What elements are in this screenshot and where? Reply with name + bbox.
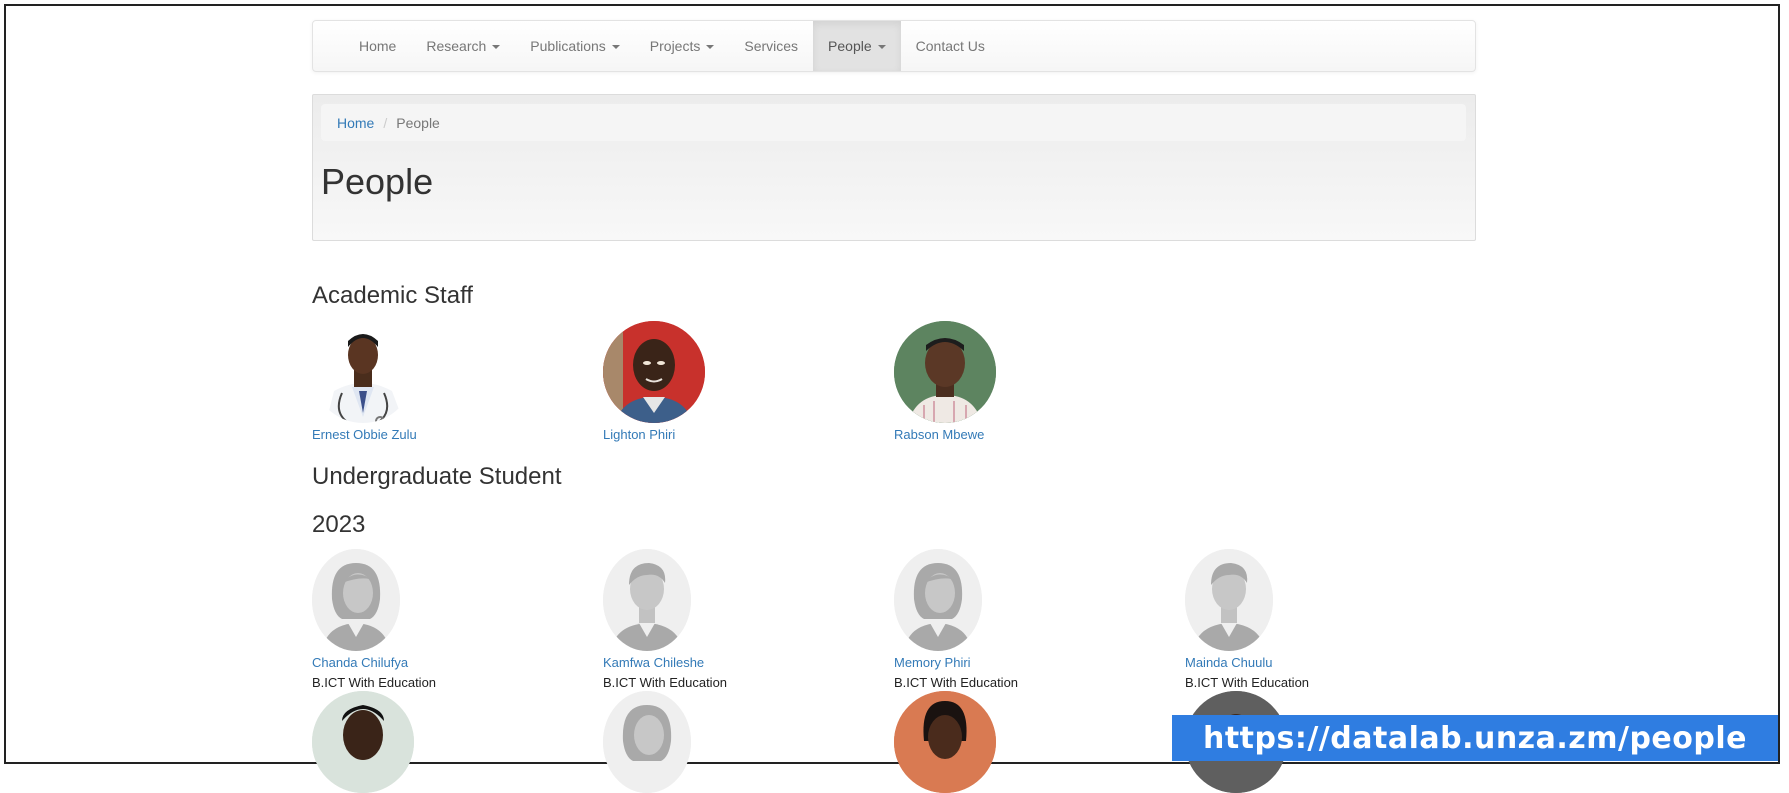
nav-research-label: Research (426, 38, 487, 54)
staff-card: Rabson Mbewe (894, 321, 1154, 442)
staff-name-link[interactable]: Lighton Phiri (603, 427, 863, 442)
student-name-link[interactable]: Mainda Chuulu (1185, 655, 1445, 670)
student-photo[interactable] (603, 691, 691, 793)
nav-contact-label: Contact Us (915, 38, 985, 54)
nav-people-label: People (828, 38, 872, 54)
student-photo[interactable] (894, 691, 996, 793)
nav-projects-label: Projects (649, 38, 701, 54)
staff-card: Lighton Phiri (603, 321, 863, 442)
page-title: People (321, 161, 434, 202)
caret-down-icon (877, 45, 886, 49)
nav-contact-us[interactable]: Contact Us (901, 21, 1000, 71)
default-female-avatar-icon (894, 549, 982, 651)
student-photo[interactable] (312, 549, 400, 651)
nav-people[interactable]: People (813, 21, 901, 71)
breadcrumb-separator: / (383, 114, 388, 131)
staff-photo[interactable] (894, 321, 996, 423)
url-overlay-banner: https://datalab.unza.zm/people (1172, 715, 1778, 761)
student-photo[interactable] (312, 691, 414, 793)
student-program: B.ICT With Education (603, 675, 728, 690)
nav-home-label: Home (359, 38, 397, 54)
student-program: B.ICT With Education (894, 675, 1019, 690)
portrait-red-background-icon (603, 321, 705, 423)
staff-name-link[interactable]: Rabson Mbewe (894, 427, 1154, 442)
nav-publications[interactable]: Publications (515, 21, 635, 71)
student-card: Memory Phiri B.ICT With Education (894, 549, 1154, 690)
student-name-link[interactable]: Chanda Chilufya (312, 655, 572, 670)
default-female-avatar-icon (603, 691, 691, 793)
portrait-green-background-icon (894, 321, 996, 423)
portrait-orange-background-icon (894, 691, 996, 793)
staff-photo[interactable] (312, 321, 414, 423)
nav-publications-label: Publications (530, 38, 606, 54)
student-card: Kamfwa Chileshe B.ICT With Education (603, 549, 863, 690)
student-photo[interactable] (894, 549, 982, 651)
student-card: Chanda Chilufya B.ICT With Education (312, 549, 572, 690)
student-card: Mainda Chuulu B.ICT With Education (1185, 549, 1445, 690)
default-female-avatar-icon (312, 549, 400, 651)
page-header-panel: Home / People People (312, 94, 1476, 241)
default-male-avatar-icon (1185, 549, 1273, 651)
student-program: B.ICT With Education (312, 675, 437, 690)
year-heading: 2023 (312, 511, 366, 538)
nav-research[interactable]: Research (411, 21, 515, 71)
nav-services[interactable]: Services (729, 21, 813, 71)
student-name-link[interactable]: Memory Phiri (894, 655, 1154, 670)
student-name-link[interactable]: Kamfwa Chileshe (603, 655, 863, 670)
nav-projects[interactable]: Projects (635, 21, 730, 71)
academic-staff-heading: Academic Staff (312, 282, 473, 309)
doctor-portrait-icon (312, 321, 414, 423)
breadcrumb-home-link[interactable]: Home (337, 115, 374, 131)
breadcrumb-current: People (396, 114, 440, 131)
student-program: B.ICT With Education (1185, 675, 1310, 690)
staff-name-link[interactable]: Ernest Obbie Zulu (312, 427, 572, 442)
staff-card: Ernest Obbie Zulu (312, 321, 572, 442)
top-navbar: Home Research Publications Projects Serv… (312, 20, 1476, 72)
student-photo[interactable] (1185, 549, 1273, 651)
nav-services-label: Services (744, 38, 799, 54)
staff-photo[interactable] (603, 321, 705, 423)
caret-down-icon (492, 45, 501, 49)
caret-down-icon (706, 45, 715, 49)
undergraduate-heading: Undergraduate Student (312, 463, 562, 490)
student-photo[interactable] (603, 549, 691, 651)
default-male-avatar-icon (603, 549, 691, 651)
breadcrumb: Home / People (321, 104, 1466, 141)
caret-down-icon (611, 45, 620, 49)
portrait-light-background-icon (312, 691, 414, 793)
nav-home[interactable]: Home (344, 21, 411, 71)
